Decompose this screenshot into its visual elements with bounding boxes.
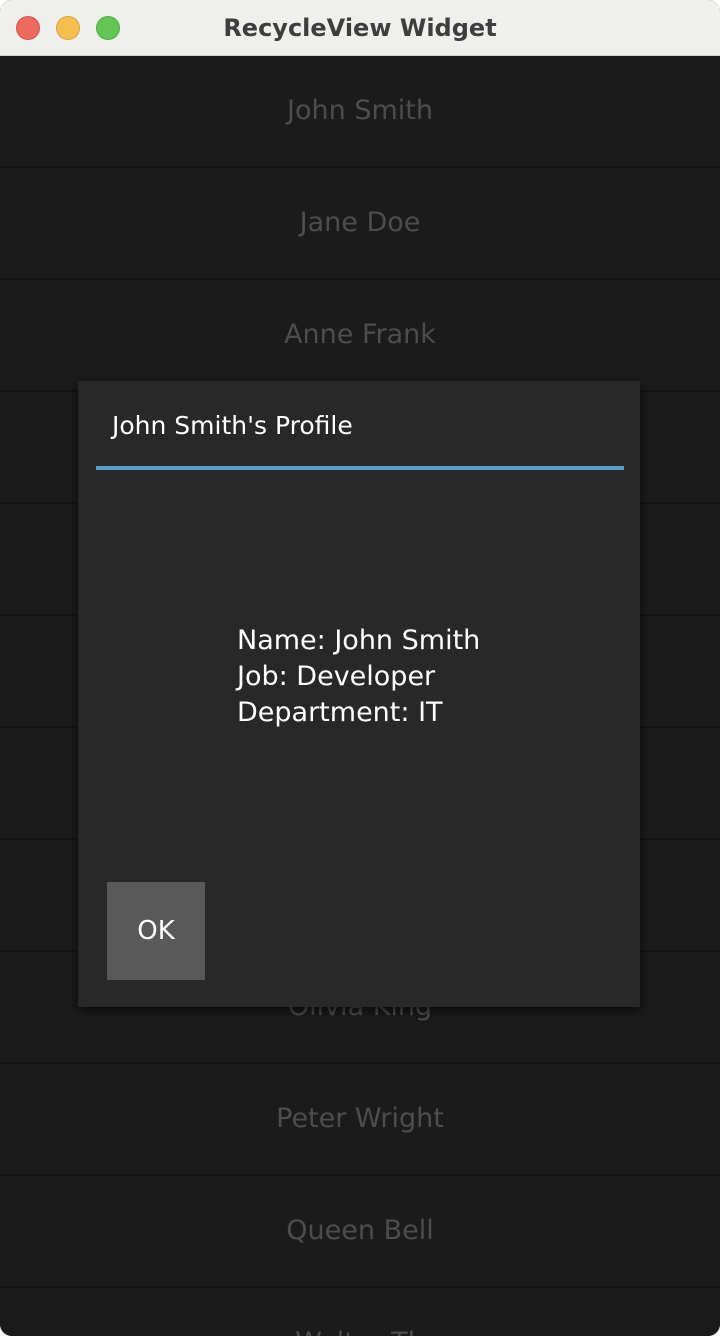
list-item[interactable]: Anne Frank xyxy=(0,280,720,392)
minimize-window-button[interactable] xyxy=(56,16,80,40)
close-window-button[interactable] xyxy=(16,16,40,40)
title-bar[interactable]: RecycleView Widget xyxy=(0,0,720,56)
profile-name-line: Name: John Smith xyxy=(237,625,481,656)
profile-details: Name: John Smith Job: Developer Departme… xyxy=(237,623,480,731)
list-item[interactable]: Walter Th xyxy=(0,1288,720,1336)
profile-job-line: Job: Developer xyxy=(237,661,436,692)
ok-button[interactable]: OK xyxy=(107,882,205,980)
list-item[interactable]: Peter Wright xyxy=(0,1064,720,1176)
list-item[interactable]: Jane Doe xyxy=(0,168,720,280)
app-window: RecycleView Widget John Smith Jane Doe A… xyxy=(0,0,720,1336)
profile-department-line: Department: IT xyxy=(237,697,443,728)
maximize-window-button[interactable] xyxy=(96,16,120,40)
dialog-title: John Smith's Profile xyxy=(112,411,353,440)
dialog-title-separator xyxy=(96,466,624,470)
profile-dialog: John Smith's Profile Name: John Smith Jo… xyxy=(78,381,640,1007)
list-item[interactable]: Queen Bell xyxy=(0,1176,720,1288)
list-item[interactable]: John Smith xyxy=(0,56,720,168)
